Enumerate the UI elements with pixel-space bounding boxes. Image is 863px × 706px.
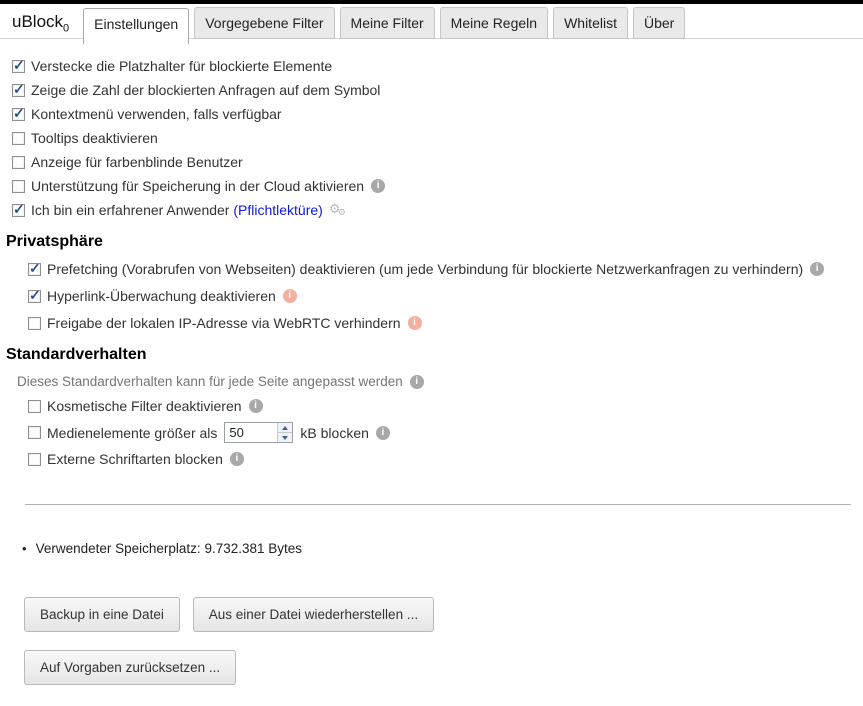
checkbox-hyperlink-auditing[interactable]: ✓ <box>28 286 41 303</box>
checkbox-remote-fonts[interactable]: ✓ <box>28 452 41 466</box>
setting-row: ✓ Anzeige für farbenblinde Benutzer <box>12 154 851 170</box>
backup-button[interactable]: Backup in eine Datei <box>24 597 180 632</box>
setting-row: ✓ Unterstützung für Speicherung in der C… <box>12 178 851 194</box>
setting-row: ✓ Ich bin ein erfahrener Anwender (Pflic… <box>12 200 851 218</box>
checkbox-label: Prefetching (Vorabrufen von Webseiten) d… <box>47 261 804 277</box>
tab-meine-regeln[interactable]: Meine Regeln <box>439 7 549 39</box>
tab-whitelist[interactable]: Whitelist <box>553 7 628 39</box>
checkbox-label: Externe Schriftarten blocken <box>47 451 223 467</box>
setting-row: ✓ Freigabe der lokalen IP-Adresse via We… <box>28 315 851 331</box>
spinner-down-icon[interactable] <box>278 433 293 442</box>
setting-row: ✓ Kosmetische Filter deaktivieren i <box>28 398 851 414</box>
media-size-input[interactable] <box>225 423 278 442</box>
setting-row: ✓ Medienelemente größer als kB blocken i <box>28 422 851 443</box>
tab-einstellungen[interactable]: Einstellungen <box>83 8 190 44</box>
checkbox-label: Ich bin ein erfahrener Anwender <box>31 202 230 218</box>
restore-button[interactable]: Aus einer Datei wiederherstellen ... <box>192 597 435 632</box>
checkbox-label: Anzeige für farbenblinde Benutzer <box>31 154 243 170</box>
check-mark-icon: ✓ <box>29 259 41 276</box>
info-warning-icon[interactable]: i <box>282 289 297 303</box>
storage-used-value: 9.732.381 Bytes <box>204 541 303 556</box>
checkbox-prefetching[interactable]: ✓ <box>28 259 41 276</box>
checkbox-advanced-user[interactable]: ✓ <box>12 200 25 217</box>
required-reading-link[interactable]: (Pflichtlektüre) <box>233 202 322 218</box>
check-mark-icon: ✓ <box>29 286 41 303</box>
setting-row: ✓ Prefetching (Vorabrufen von Webseiten)… <box>28 259 851 277</box>
media-size-field-wrap <box>224 422 294 443</box>
settings-content: ✓ Verstecke die Platzhalter für blockier… <box>0 44 863 685</box>
checkbox-disable-tooltips[interactable]: ✓ <box>12 131 25 145</box>
checkbox-webrtc[interactable]: ✓ <box>28 316 41 330</box>
setting-row: ✓ Hyperlink-Überwachung deaktivieren i <box>28 286 851 304</box>
setting-row: ✓ Kontextmenü verwenden, falls verfügbar <box>12 104 851 122</box>
info-icon[interactable]: i <box>409 374 424 389</box>
checkbox-label: Unterstützung für Speicherung in der Clo… <box>31 178 365 194</box>
checkbox-label-after: kB blocken <box>300 424 369 441</box>
info-icon[interactable]: i <box>375 425 390 440</box>
checkbox-cosmetic-filters[interactable]: ✓ <box>28 399 41 413</box>
info-icon[interactable]: i <box>810 262 825 276</box>
button-row-1: Backup in eine Datei Aus einer Datei wie… <box>24 597 851 632</box>
checkbox-show-blocked-count[interactable]: ✓ <box>12 80 25 97</box>
checkbox-color-blind[interactable]: ✓ <box>12 155 25 169</box>
tab-bar: uBlock0 Einstellungen Vorgegebene Filter… <box>0 4 863 44</box>
check-mark-icon: ✓ <box>13 80 25 97</box>
checkbox-label: Kosmetische Filter deaktivieren <box>47 398 242 414</box>
checkbox-label: Kontextmenü verwenden, falls verfügbar <box>31 106 282 122</box>
button-row-2: Auf Vorgaben zurücksetzen ... <box>24 650 851 685</box>
info-icon[interactable]: i <box>248 399 263 413</box>
behavior-note-text: Dieses Standardverhalten kann für jede S… <box>17 374 403 389</box>
divider <box>25 504 851 505</box>
checkbox-label: Tooltips deaktivieren <box>31 130 158 146</box>
behavior-note: Dieses Standardverhalten kann für jede S… <box>17 374 851 389</box>
checkbox-label: Verstecke die Platzhalter für blockierte… <box>31 58 333 74</box>
setting-row: ✓ Zeige die Zahl der blockierten Anfrage… <box>12 80 851 98</box>
app-logo-subscript: 0 <box>63 22 70 34</box>
info-icon[interactable]: i <box>229 452 244 466</box>
checkbox-label: Medienelemente größer als <box>47 424 218 441</box>
ublock-settings-page: { "header": { "logo_text": "uBlock", "lo… <box>0 0 863 706</box>
setting-row: ✓ Verstecke die Platzhalter für blockier… <box>12 56 851 74</box>
storage-used-line: • Verwendeter Speicherplatz: 9.732.381 B… <box>22 541 851 556</box>
checkbox-context-menu[interactable]: ✓ <box>12 104 25 121</box>
setting-row: ✓ Externe Schriftarten blocken i <box>28 451 851 467</box>
checkbox-label: Hyperlink-Überwachung deaktivieren <box>47 288 276 304</box>
checkbox-cloud-storage[interactable]: ✓ <box>12 179 25 193</box>
section-title-privacy: Privatsphäre <box>6 233 103 250</box>
spinner <box>277 423 293 442</box>
checkbox-label: Zeige die Zahl der blockierten Anfragen … <box>31 82 381 98</box>
section-title-behavior: Standardverhalten <box>6 346 147 363</box>
app-logo-text: uBlock <box>12 11 64 31</box>
tab-meine-filter[interactable]: Meine Filter <box>339 7 435 39</box>
check-mark-icon: ✓ <box>13 104 25 121</box>
setting-row: ✓ Tooltips deaktivieren <box>12 130 851 146</box>
checkbox-large-media[interactable]: ✓ <box>28 426 41 439</box>
checkbox-hide-placeholders[interactable]: ✓ <box>12 56 25 73</box>
app-logo: uBlock0 <box>12 12 69 34</box>
info-warning-icon[interactable]: i <box>407 316 422 330</box>
check-mark-icon: ✓ <box>13 56 25 73</box>
info-icon[interactable]: i <box>371 179 386 193</box>
gear-small-icon: ⚙ <box>337 207 346 217</box>
spinner-up-icon[interactable] <box>278 423 293 433</box>
checkbox-label: Freigabe der lokalen IP-Adresse via WebR… <box>47 315 401 331</box>
bullet-icon: • <box>22 541 27 556</box>
gears-icon[interactable]: ⚙ ⚙ <box>329 201 349 218</box>
reset-defaults-button[interactable]: Auf Vorgaben zurücksetzen ... <box>24 650 237 685</box>
check-mark-icon: ✓ <box>13 200 25 217</box>
tab-vorgegebene-filter[interactable]: Vorgegebene Filter <box>194 7 335 39</box>
tab-ueber[interactable]: Über <box>632 7 686 39</box>
storage-used-label: Verwendeter Speicherplatz: <box>35 541 201 556</box>
